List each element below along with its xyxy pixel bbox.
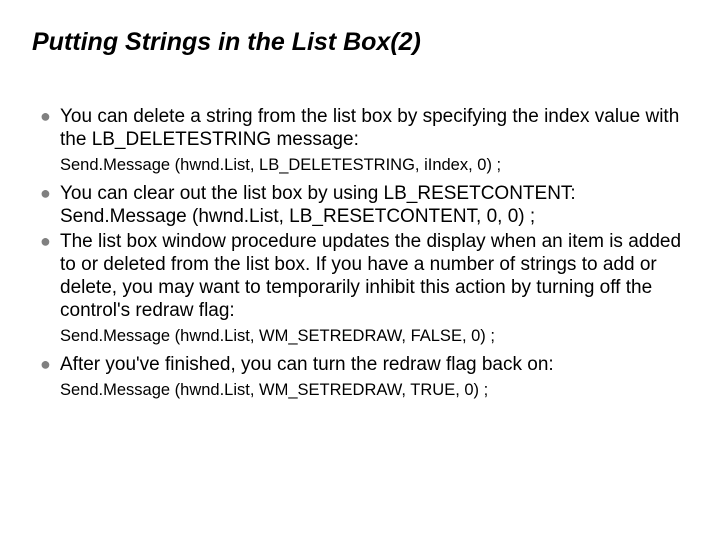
list-item: ● You can delete a string from the list … (40, 105, 688, 151)
bullet-icon: ● (40, 105, 60, 128)
code-text: Send.Message (hwnd.List, WM_SETREDRAW, T… (60, 378, 688, 405)
list-item: ● You can clear out the list box by usin… (40, 182, 688, 228)
body-text: After you've finished, you can turn the … (60, 353, 688, 376)
list-item: ● After you've finished, you can turn th… (40, 353, 688, 376)
bullet-icon: ● (40, 353, 60, 376)
code-line: Send.Message (hwnd.List, LB_DELETESTRING… (40, 153, 688, 180)
bullet-icon: ● (40, 230, 60, 253)
bullet-icon: ● (40, 182, 60, 205)
code-text: Send.Message (hwnd.List, WM_SETREDRAW, F… (60, 324, 688, 351)
body-text: You can clear out the list box by using … (60, 182, 688, 228)
slide-title: Putting Strings in the List Box(2) (32, 28, 688, 57)
list-item: ● The list box window procedure updates … (40, 230, 688, 322)
code-text: Send.Message (hwnd.List, LB_DELETESTRING… (60, 153, 688, 180)
body-text: You can delete a string from the list bo… (60, 105, 688, 151)
code-line: Send.Message (hwnd.List, WM_SETREDRAW, T… (40, 378, 688, 405)
slide-content: ● You can delete a string from the list … (32, 105, 688, 405)
code-line: Send.Message (hwnd.List, WM_SETREDRAW, F… (40, 324, 688, 351)
body-text: The list box window procedure updates th… (60, 230, 688, 322)
